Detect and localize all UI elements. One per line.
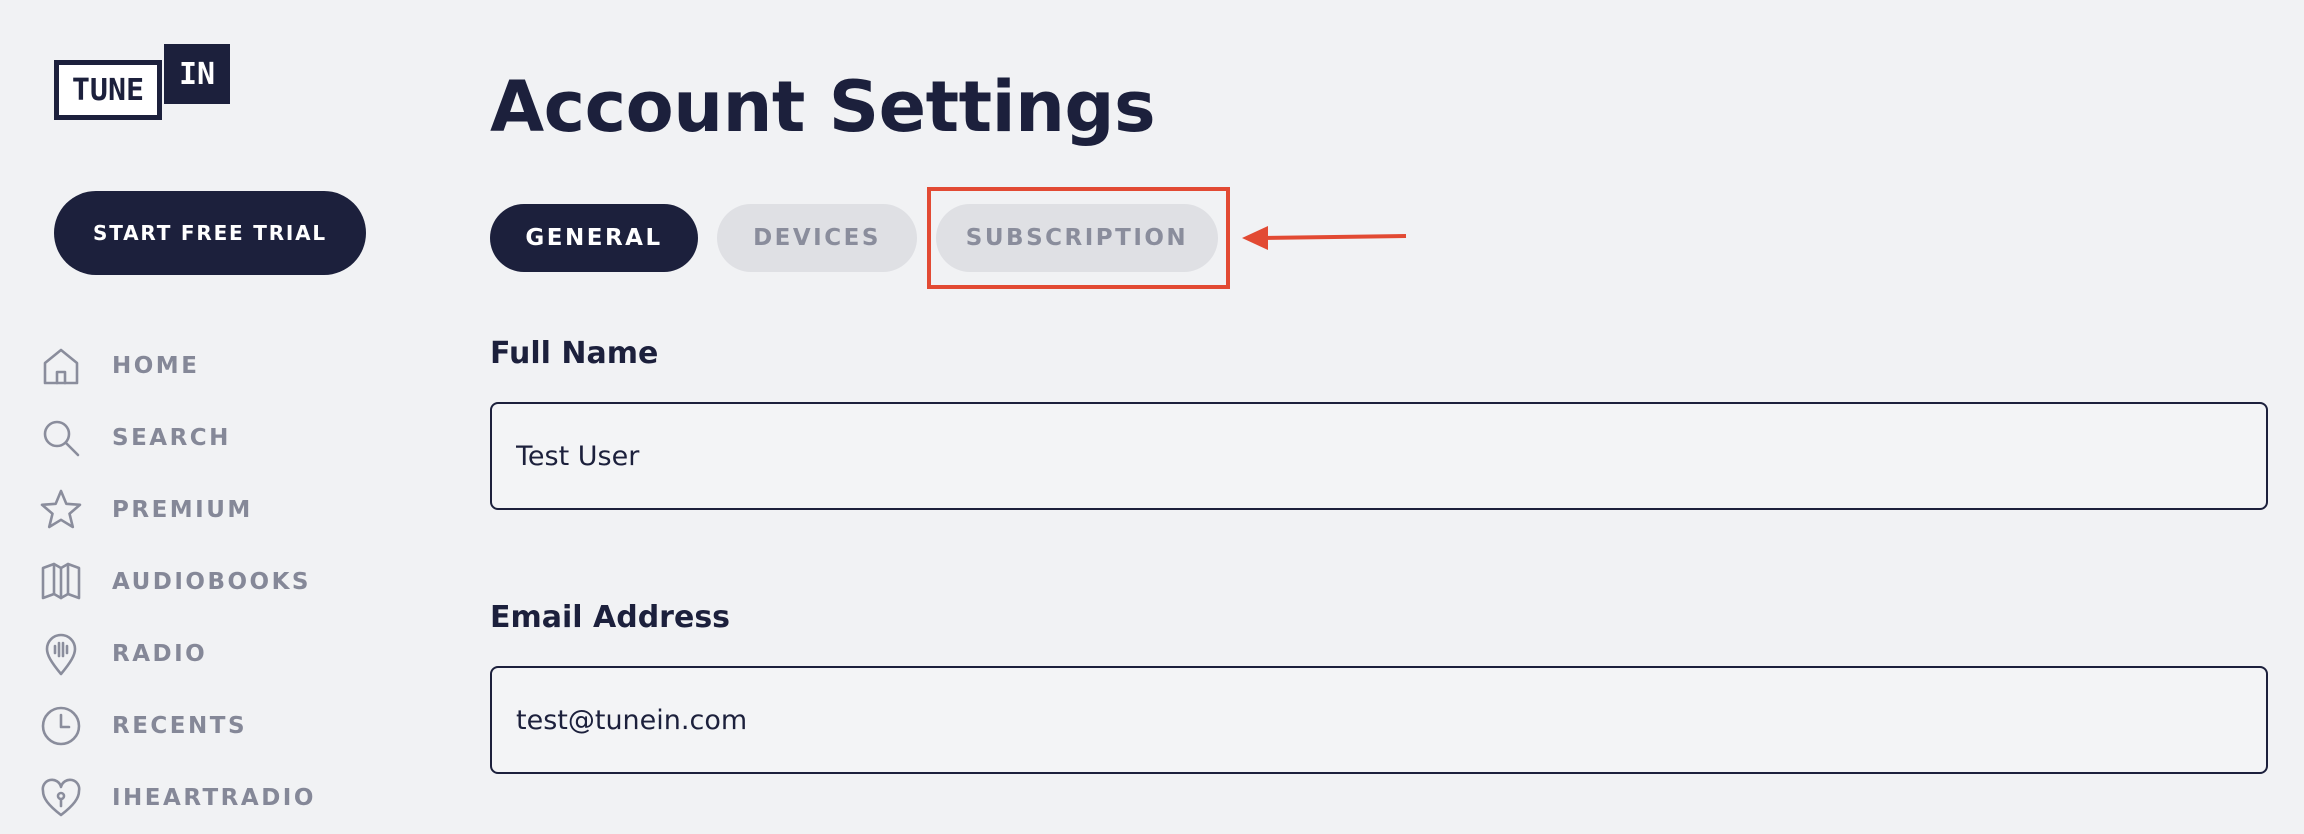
email-address-label: Email Address [490,600,731,635]
logo-tune-text: TUNE [54,60,162,120]
tab-general[interactable]: GENERAL [490,204,698,272]
tunein-logo[interactable]: TUNE IN [54,44,232,124]
radio-pin-icon [36,629,86,679]
full-name-label: Full Name [490,336,659,371]
start-free-trial-button[interactable]: START FREE TRIAL [54,191,366,275]
main-content: Account Settings GENERAL DEVICES SUBSCRI… [490,0,2270,828]
sidebar-item-label: AUDIOBOOKS [112,569,311,595]
sidebar-item-label: SEARCH [112,425,231,451]
sidebar-item-label: PREMIUM [112,497,253,523]
home-icon [36,341,86,391]
email-field[interactable] [490,666,2268,774]
sidebar: TUNE IN START FREE TRIAL HOME SEARCH PRE… [0,0,440,828]
sidebar-item-recents[interactable]: RECENTS [36,690,416,762]
annotation-arrow-icon [1242,226,1407,250]
logo-in-text: IN [164,44,230,104]
sidebar-item-label: RECENTS [112,713,248,739]
sidebar-nav: HOME SEARCH PREMIUM AUDIOBOOKS RADIO REC… [36,330,416,834]
sidebar-item-home[interactable]: HOME [36,330,416,402]
heart-icon [36,773,86,823]
star-icon [36,485,86,535]
page-title: Account Settings [490,66,1156,148]
clock-icon [36,701,86,751]
sidebar-item-radio[interactable]: RADIO [36,618,416,690]
tab-devices[interactable]: DEVICES [717,204,917,272]
sidebar-item-label: IHEARTRADIO [112,785,316,811]
sidebar-item-label: HOME [112,353,200,379]
sidebar-item-audiobooks[interactable]: AUDIOBOOKS [36,546,416,618]
sidebar-item-iheartradio[interactable]: IHEARTRADIO [36,762,416,834]
full-name-field[interactable] [490,402,2268,510]
sidebar-item-search[interactable]: SEARCH [36,402,416,474]
sidebar-item-premium[interactable]: PREMIUM [36,474,416,546]
sidebar-item-label: RADIO [112,641,208,667]
book-icon [36,557,86,607]
search-icon [36,413,86,463]
annotation-highlight-box [927,187,1230,289]
